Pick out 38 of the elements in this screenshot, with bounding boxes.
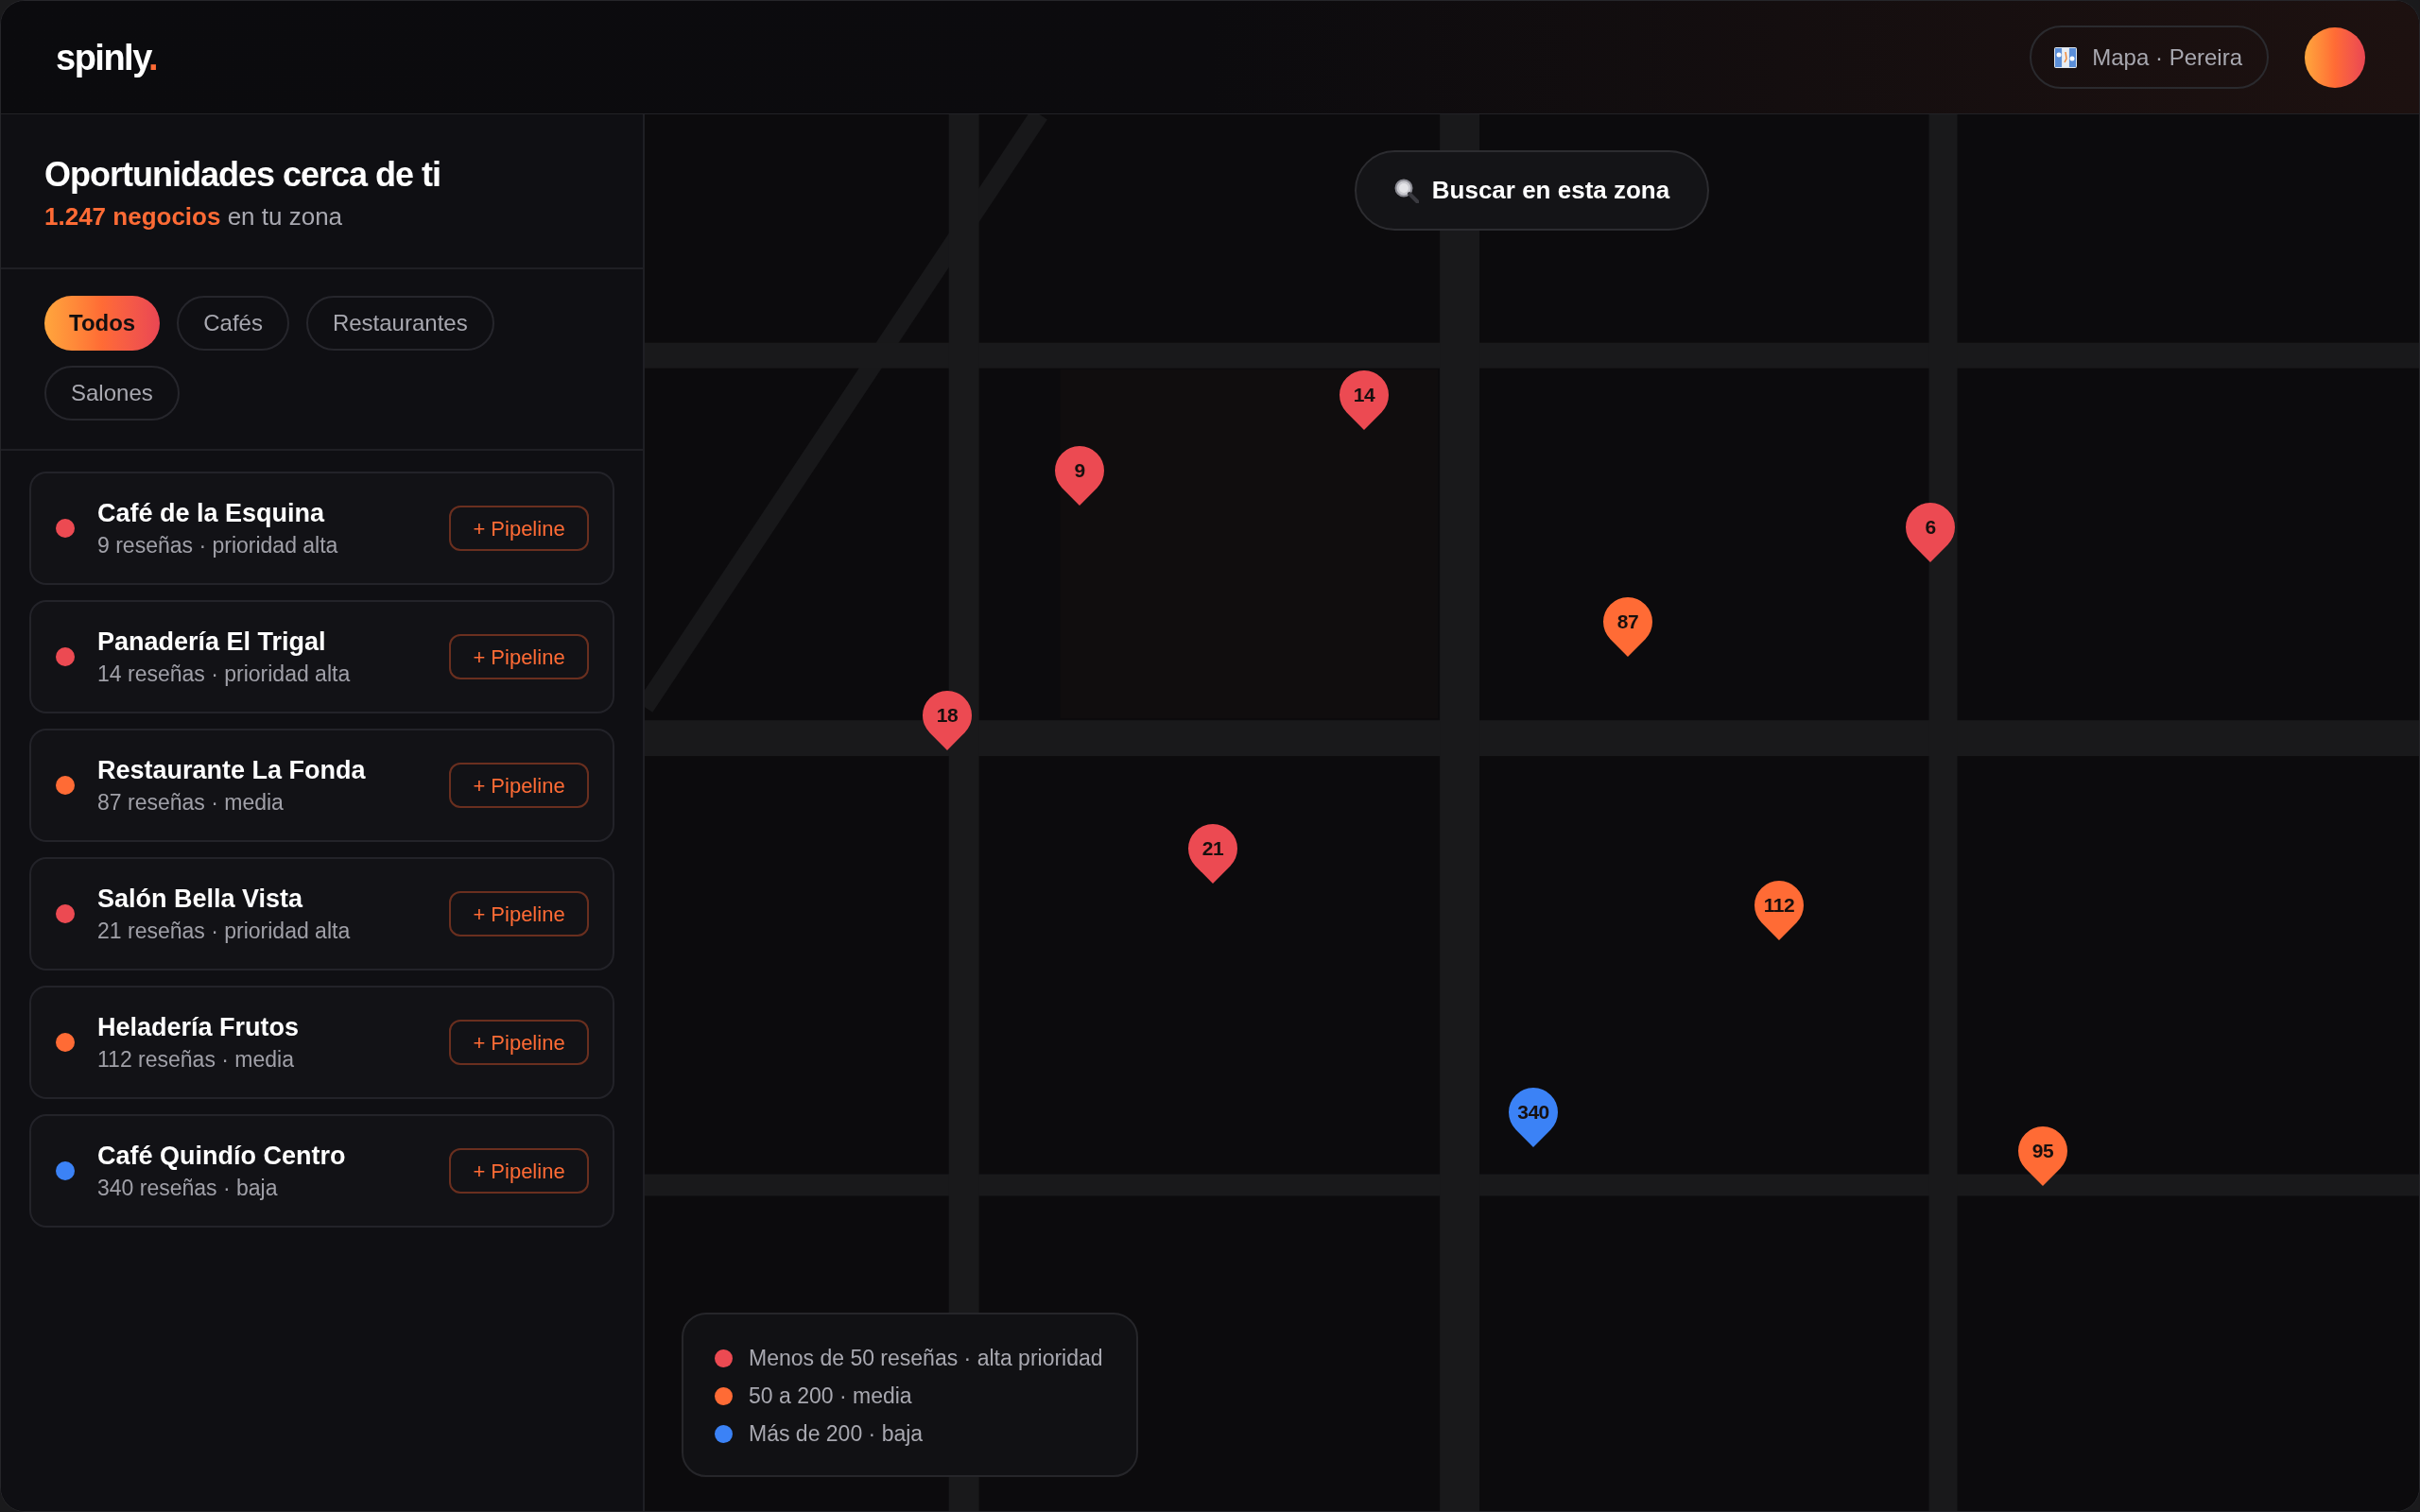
- search-area-button[interactable]: Buscar en esta zona: [1354, 150, 1710, 231]
- business-name: Café de la Esquina: [97, 498, 326, 528]
- add-to-pipeline-button[interactable]: + Pipeline: [449, 1020, 589, 1065]
- business-card[interactable]: Café de la Esquina 9 reseñas · prioridad alta + Pipeline: [29, 472, 614, 585]
- business-name: Salón Bella Vista: [97, 884, 304, 914]
- legend-label: 50 a 200 · media: [749, 1383, 912, 1409]
- logo: spinly.: [56, 39, 158, 76]
- business-details: 87 reseñas · media: [97, 789, 285, 816]
- legend-label: Menos de 50 reseñas · alta prioridad: [749, 1345, 1103, 1371]
- add-to-pipeline-button[interactable]: + Pipeline: [449, 1148, 589, 1194]
- map-icon: [2054, 46, 2078, 68]
- add-to-pipeline-button[interactable]: + Pipeline: [449, 891, 589, 936]
- business-name: Restaurante La Fonda: [97, 755, 367, 785]
- add-to-pipeline-button[interactable]: + Pipeline: [449, 763, 589, 808]
- sidebar-title: Oportunidades cerca de ti: [44, 156, 442, 194]
- search-icon: [1393, 178, 1419, 203]
- business-card[interactable]: Restaurante La Fonda 87 reseñas · media + Pipeline: [29, 729, 614, 842]
- business-name: Café Quindío Centro: [97, 1141, 347, 1171]
- business-details: 21 reseñas · prioridad alta: [97, 918, 352, 944]
- business-details: 112 reseñas · media: [97, 1046, 295, 1073]
- business-card[interactable]: Café Quindío Centro 340 reseñas · baja + Pipeline: [29, 1114, 614, 1228]
- business-card[interactable]: Panadería El Trigal 14 reseñas · prioridad alta + Pipeline: [29, 600, 614, 713]
- business-details: 14 reseñas · prioridad alta: [97, 661, 352, 687]
- business-name: Panadería El Trigal: [97, 627, 327, 657]
- filter-chip[interactable]: Restaurantes: [305, 296, 494, 351]
- business-card[interactable]: Salón Bella Vista 21 reseñas · prioridad alta + Pipeline: [29, 857, 614, 971]
- filter-chip[interactable]: Cafés: [177, 296, 289, 351]
- business-name: Heladería Frutos: [97, 1012, 301, 1042]
- business-card[interactable]: Heladería Frutos 112 reseñas · media + Pipeline: [29, 986, 614, 1099]
- filter-chip[interactable]: Salones: [44, 366, 180, 421]
- add-to-pipeline-button[interactable]: + Pipeline: [449, 506, 589, 551]
- business-details: 9 reseñas · prioridad alta: [97, 532, 339, 558]
- filter-chip[interactable]: Todos: [44, 296, 161, 351]
- location-chip[interactable]: Mapa · Pereira: [2030, 26, 2269, 89]
- add-to-pipeline-button[interactable]: + Pipeline: [449, 634, 589, 679]
- legend-label: Más de 200 · baja: [749, 1420, 924, 1447]
- business-count-text: 1.247 negocios en tu zona: [44, 201, 344, 232]
- business-details: 340 reseñas · baja: [97, 1175, 279, 1201]
